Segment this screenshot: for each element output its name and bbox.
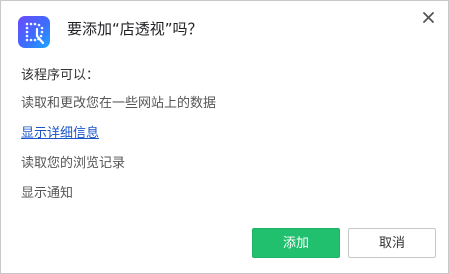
add-button[interactable]: 添加 [252, 228, 340, 258]
cancel-button[interactable]: 取消 [348, 228, 436, 258]
permissions-heading: 该程序可以： [21, 68, 100, 83]
permission-item-browsing-history: 读取您的浏览记录 [21, 156, 126, 171]
close-icon [422, 11, 434, 23]
permission-item-site-data: 读取和更改您在一些网站上的数据 [21, 96, 217, 111]
dialog-title: 要添加“店透视”吗？ [67, 20, 203, 38]
extension-logo-icon [18, 16, 50, 48]
close-button[interactable] [418, 7, 438, 27]
show-details-link[interactable]: 显示详细信息 [21, 125, 99, 143]
permission-item-notifications: 显示通知 [21, 186, 74, 201]
add-extension-dialog: 要添加“店透视”吗？ 该程序可以： 读取和更改您在一些网站上的数据 显示详细信息… [0, 0, 449, 274]
